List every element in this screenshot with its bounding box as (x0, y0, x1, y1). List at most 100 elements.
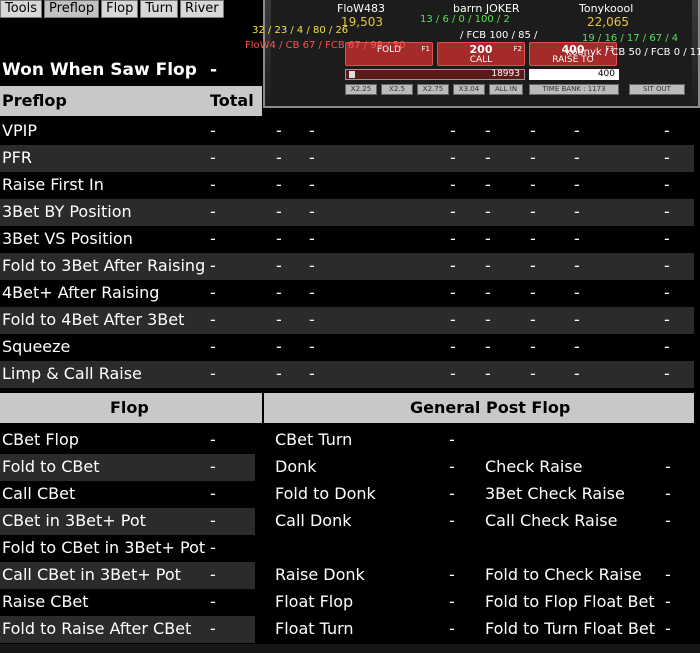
stat-position-value: - (485, 256, 491, 275)
time-bank-button[interactable]: TIME BANK : 1173 (529, 84, 619, 95)
tab-bar: Tools Preflop Flop Turn River (0, 0, 226, 18)
tab-river[interactable]: River (179, 0, 224, 18)
bet-multiplier-button[interactable]: X2.5 (381, 84, 413, 95)
bet-multiplier-button[interactable]: X3.04 (453, 84, 485, 95)
sit-out-button[interactable]: SIT OUT (629, 84, 685, 95)
stat-position-value: - (485, 364, 491, 383)
stat-value: - (665, 511, 671, 530)
stat-position-value: - (664, 310, 670, 329)
post-flop-stat-row: Donk - (273, 454, 473, 481)
stat-label: 3Bet Check Raise (485, 484, 625, 503)
stat-position-value: - (530, 148, 536, 167)
bet-slider[interactable]: 18993 (345, 69, 525, 80)
stat-position-value: - (450, 256, 456, 275)
stat-label: Fold to 4Bet After 3Bet (2, 310, 185, 329)
bet-amount-input[interactable]: 400 (529, 69, 619, 80)
stat-label: VPIP (2, 121, 37, 140)
stat-label: Call Donk (275, 511, 352, 530)
stat-value: - (665, 592, 671, 611)
stat-value: - (449, 565, 455, 584)
stat-value: - (449, 430, 455, 449)
preflop-title: Preflop (2, 91, 67, 110)
stat-label: Squeeze (2, 337, 71, 356)
post-flop-stat-row: Fold to Flop Float Bet - (483, 589, 694, 616)
stat-position-value: - (574, 148, 580, 167)
stat-position-value: - (309, 283, 315, 302)
player-stack: 22,065 (587, 15, 629, 29)
stat-position-value: - (309, 148, 315, 167)
button-label: CALL (469, 55, 493, 65)
stat-position-value: - (450, 310, 456, 329)
stat-position-value: - (485, 175, 491, 194)
total-column-header: Total (210, 91, 254, 110)
hud-stats: 32 / 23 / 4 / 80 / 26 (252, 25, 348, 36)
all-in-button[interactable]: ALL IN (489, 84, 523, 95)
stat-position-value: - (450, 283, 456, 302)
hud-text: / FCB 100 / 85 / (460, 30, 538, 41)
stat-label: Limp & Call Raise (2, 364, 142, 383)
hotkey-label: F1 (421, 45, 430, 53)
post-flop-stat-row: Fold to Turn Float Bet - (483, 616, 694, 643)
flop-stat-row: Fold to CBet - (0, 454, 255, 481)
stat-value: - (665, 619, 671, 638)
stat-position-value: - (450, 229, 456, 248)
stat-label: Raise Donk (275, 565, 365, 584)
post-flop-stat-row (483, 535, 694, 562)
stat-position-value: - (276, 364, 282, 383)
stat-value: - (210, 60, 218, 80)
hud-stats: 19 / 16 / 17 / 67 / 4 (582, 33, 678, 44)
stat-position-value: - (664, 202, 670, 221)
preflop-stat-row: 3Bet BY Position - - - - - - - - (0, 199, 694, 226)
preflop-stat-row: Raise First In - - - - - - - - (0, 172, 694, 199)
tab-tools[interactable]: Tools (0, 0, 43, 18)
tab-turn[interactable]: Turn (140, 0, 178, 18)
stat-position-value: - (485, 337, 491, 356)
stat-label: Raise First In (2, 175, 104, 194)
tab-flop[interactable]: Flop (101, 0, 139, 18)
post-flop-stat-row: Fold to Donk - (273, 481, 473, 508)
stat-total: - (210, 283, 216, 302)
stat-position-value: - (276, 256, 282, 275)
stat-position-value: - (276, 283, 282, 302)
stat-position-value: - (309, 121, 315, 140)
preflop-stat-row: 3Bet VS Position - - - - - - - - (0, 226, 694, 253)
stat-position-value: - (450, 202, 456, 221)
stat-position-value: - (450, 148, 456, 167)
stat-position-value: - (485, 283, 491, 302)
stat-position-value: - (664, 148, 670, 167)
stat-position-value: - (309, 175, 315, 194)
bet-multiplier-button[interactable]: X2.25 (345, 84, 377, 95)
stat-position-value: - (530, 229, 536, 248)
stat-label: Fold to Raise After CBet (2, 619, 192, 638)
stat-position-value: - (664, 256, 670, 275)
stat-position-value: - (574, 229, 580, 248)
stat-value: - (210, 430, 216, 449)
slider-handle[interactable] (349, 71, 355, 78)
stat-total: - (210, 202, 216, 221)
stat-position-value: - (450, 364, 456, 383)
call-button[interactable]: F2 200 CALL (437, 42, 525, 66)
stat-position-value: - (530, 337, 536, 356)
stat-position-value: - (664, 229, 670, 248)
stat-label: Fold to CBet in 3Bet+ Pot (2, 538, 206, 557)
stat-label: Float Flop (275, 592, 354, 611)
hud-stats: FloW4 / CB 67 / FCB 67 / 98 / 50 (245, 40, 406, 51)
stat-label: 4Bet+ After Raising (2, 283, 160, 302)
stat-total: - (210, 256, 216, 275)
stat-total: - (210, 175, 216, 194)
stat-total: - (210, 364, 216, 383)
stat-position-value: - (530, 364, 536, 383)
stat-position-value: - (574, 121, 580, 140)
post-flop-stat-row: Raise Donk - (273, 562, 473, 589)
stat-value: - (210, 484, 216, 503)
post-flop-stat-row: Check Raise - (483, 454, 694, 481)
flop-stat-row: Call CBet - (0, 481, 255, 508)
bet-multiplier-button[interactable]: X2.75 (417, 84, 449, 95)
stat-value: - (665, 457, 671, 476)
stat-total: - (210, 337, 216, 356)
stat-label: Fold to 3Bet After Raising (2, 256, 206, 275)
flop-stat-row: Fold to CBet in 3Bet+ Pot - (0, 535, 255, 562)
post-flop-stat-row: Float Turn - (273, 616, 473, 643)
post-flop-stat-row (273, 535, 473, 562)
tab-preflop[interactable]: Preflop (44, 0, 100, 18)
